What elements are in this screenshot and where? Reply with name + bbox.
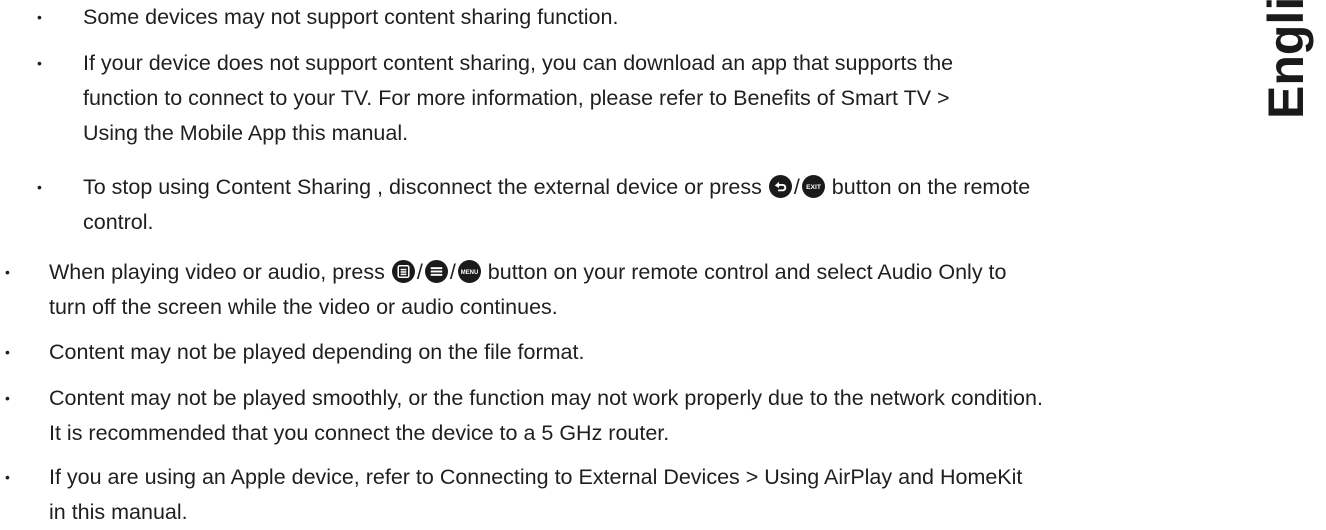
exit-icon: EXIT xyxy=(801,175,825,198)
sub-bullet-3-line-2: control. xyxy=(83,210,154,234)
main-bullet-4-line-2: in this manual. xyxy=(49,500,188,524)
main-bullet-4: If you are using an Apple device, refer … xyxy=(49,460,1022,530)
main-bullet-1-line-2: turn off the screen while the video or a… xyxy=(49,295,558,319)
main-bullet-2-line-1: Content may not be played depending on t… xyxy=(49,340,585,364)
main-bullet-1-line-1-end: button on your remote control and select… xyxy=(487,260,1007,284)
bullet-marker: • xyxy=(5,469,10,485)
sub-bullet-1: Some devices may not support content sha… xyxy=(83,0,618,35)
bullet-marker: • xyxy=(5,264,10,280)
menu-lines-icon xyxy=(424,260,448,283)
sub-bullet-3-line-1-end: button on the remote xyxy=(831,175,1031,199)
bullet-marker: • xyxy=(37,9,42,25)
icon-separator: / xyxy=(793,175,800,199)
sub-bullet-2-line-2: function to connect to your TV. For more… xyxy=(83,86,950,110)
icon-separator: / xyxy=(416,260,423,284)
sub-bullet-1-line-1: Some devices may not support content sha… xyxy=(83,5,619,29)
options-icon xyxy=(391,260,415,283)
sub-bullet-2: If your device does not support content … xyxy=(83,46,953,151)
sub-bullet-2-line-3: Using the Mobile App this manual. xyxy=(83,121,409,145)
main-bullet-3: Content may not be played smoothly, or t… xyxy=(49,381,1043,451)
bullet-marker: • xyxy=(5,390,10,406)
bullet-marker: • xyxy=(37,55,42,71)
main-bullet-2: Content may not be played depending on t… xyxy=(49,335,584,370)
exit-icon-label: EXIT xyxy=(806,184,822,191)
main-bullet-3-line-1: Content may not be played smoothly, or t… xyxy=(49,386,1043,410)
bullet-marker: • xyxy=(5,344,10,360)
back-icon xyxy=(768,175,792,198)
bullet-marker: • xyxy=(37,179,42,195)
language-side-tab: English xyxy=(1258,0,1314,119)
sub-bullet-3-line-1-start: To stop using Content Sharing , disconne… xyxy=(83,175,762,199)
main-bullet-1: When playing video or audio, press / / M… xyxy=(49,255,1006,325)
sub-bullet-2-line-1: If your device does not support content … xyxy=(83,51,954,75)
main-bullet-4-line-1: If you are using an Apple device, refer … xyxy=(49,465,1023,489)
icon-separator: / xyxy=(449,260,456,284)
main-bullet-1-line-1-start: When playing video or audio, press xyxy=(49,260,385,284)
menu-button-icon: MENU xyxy=(457,260,481,283)
main-bullet-3-line-2: It is recommended that you connect the d… xyxy=(49,421,670,445)
menu-button-icon-label: MENU xyxy=(461,270,478,276)
sub-bullet-3: To stop using Content Sharing , disconne… xyxy=(83,170,1030,240)
